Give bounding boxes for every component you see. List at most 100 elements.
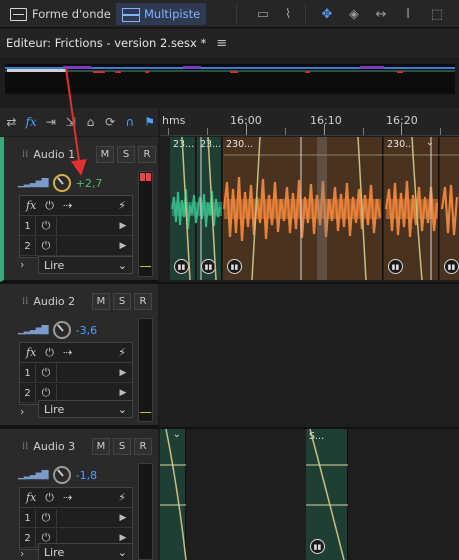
expand-chevron-icon[interactable]: › bbox=[20, 547, 24, 560]
level-meter bbox=[138, 171, 153, 277]
power-icon[interactable]: ⏻ bbox=[36, 219, 56, 233]
waveform-label: Forme d'onde bbox=[32, 7, 111, 21]
toolbar-divider bbox=[236, 4, 237, 24]
timeline-ruler[interactable]: hms 16:00 16:10 16:20 bbox=[160, 108, 459, 136]
waveform-mode-button[interactable]: Forme d'onde bbox=[4, 3, 117, 25]
meter-peak-line bbox=[140, 412, 151, 413]
volume-value[interactable]: +2,7 bbox=[76, 177, 103, 190]
record-arm-button[interactable]: R bbox=[134, 293, 152, 310]
track-header-audio-1[interactable]: ⁞⁞ Audio 1 M S R ▁▂▃▅▇ +2,7 fx ⏻ ⇢ ⚡ 1 ⏻… bbox=[0, 137, 158, 282]
play-arrow-icon[interactable]: ▶ bbox=[114, 513, 132, 523]
read-mode-select[interactable]: Lire ⌄ bbox=[38, 256, 133, 274]
lightning-icon[interactable]: ⚡ bbox=[118, 199, 126, 212]
effect-slot-name[interactable] bbox=[56, 509, 114, 527]
ruler-tick bbox=[363, 128, 364, 135]
play-arrow-icon[interactable]: ▶ bbox=[114, 241, 132, 251]
slip-tool-icon[interactable]: ↔ bbox=[370, 3, 392, 25]
panel-menu-icon[interactable]: ≡ bbox=[216, 36, 227, 51]
effects-rack: fx ⏻ ⇢ ⚡ 1 ⏻ ▶ 2 ⏻ ▶ bbox=[19, 342, 133, 405]
effect-slot[interactable]: 2 ⏻ ▶ bbox=[20, 237, 132, 256]
razor-tool-icon[interactable]: ◈ bbox=[343, 3, 365, 25]
ruler-unit-label: hms bbox=[162, 114, 186, 127]
track-lane-audio-2[interactable] bbox=[160, 284, 459, 427]
effect-slot-name[interactable] bbox=[56, 364, 114, 382]
effect-slot-name[interactable] bbox=[56, 217, 114, 235]
power-icon[interactable]: ⏻ bbox=[45, 199, 54, 213]
power-icon[interactable]: ⏻ bbox=[36, 366, 56, 380]
power-icon[interactable]: ⏻ bbox=[36, 511, 56, 525]
effect-slot[interactable]: 1 ⏻ ▶ bbox=[20, 364, 132, 383]
move-tool-icon[interactable]: ✥ bbox=[316, 3, 338, 25]
swap-icon[interactable]: ⇄ bbox=[3, 112, 20, 132]
effect-slot[interactable]: 1 ⏻ ▶ bbox=[20, 217, 132, 236]
play-arrow-icon[interactable]: ▶ bbox=[114, 221, 132, 231]
play-arrow-icon[interactable]: ▶ bbox=[114, 533, 132, 543]
time-selection-tool-icon[interactable]: I bbox=[397, 3, 419, 25]
automation-icon[interactable]: ⟳ bbox=[102, 112, 119, 132]
record-arm-button[interactable]: R bbox=[134, 438, 152, 455]
lightning-icon[interactable]: ⚡ bbox=[118, 491, 126, 504]
ruler-tick bbox=[440, 128, 441, 135]
multitrack-label: Multipiste bbox=[144, 7, 201, 21]
expand-chevron-icon[interactable]: › bbox=[20, 258, 24, 271]
volume-knob[interactable] bbox=[52, 321, 71, 339]
ruler-label: 16:10 bbox=[310, 114, 342, 127]
volume-control: ▁▂▃▅▇ -1,8 bbox=[18, 466, 97, 484]
timeline-lanes[interactable]: 23... ▮▮ 23... ▮▮ 230... ▮▮ 230... ⌄ ▮▮ … bbox=[0, 137, 459, 560]
track-lane-audio-1[interactable]: 23... ▮▮ 23... ▮▮ 230... ▮▮ 230... ⌄ ▮▮ … bbox=[160, 137, 459, 282]
volume-bars-icon: ▁▂▃▅▇ bbox=[18, 178, 49, 188]
spectral-view-icon[interactable]: ▭ bbox=[252, 3, 274, 25]
volume-value[interactable]: -1,8 bbox=[76, 469, 97, 482]
mute-button[interactable]: M bbox=[96, 146, 114, 163]
effect-slot-name[interactable] bbox=[56, 237, 114, 255]
track-name-label: Audio 1 bbox=[33, 148, 76, 161]
chevron-down-icon: ⌄ bbox=[117, 258, 127, 272]
solo-button[interactable]: S bbox=[117, 146, 135, 163]
mute-button[interactable]: M bbox=[92, 293, 110, 310]
routing-icon[interactable]: ⇢ bbox=[63, 491, 72, 504]
multitrack-mode-button[interactable]: Multipiste bbox=[116, 3, 207, 25]
track-lane-audio-3[interactable]: ⌄ S... ▮▮ bbox=[160, 429, 459, 560]
volume-knob[interactable] bbox=[52, 466, 71, 484]
clip-indicator-left bbox=[140, 173, 145, 181]
volume-knob[interactable] bbox=[52, 174, 71, 192]
routing-icon[interactable]: ⇢ bbox=[63, 199, 72, 212]
power-icon[interactable]: ⏻ bbox=[45, 346, 54, 360]
volume-value[interactable]: -3,6 bbox=[76, 324, 97, 337]
track-grip-icon[interactable]: ⁞⁞ bbox=[22, 441, 28, 452]
record-arm-button[interactable]: R bbox=[138, 146, 156, 163]
solo-button[interactable]: S bbox=[113, 293, 131, 310]
track-header-audio-3[interactable]: ⁞⁞ Audio 3 M S R ▁▂▃▅▇ -1,8 fx ⏻ ⇢ ⚡ 1 ⏻… bbox=[0, 429, 158, 560]
effect-slot[interactable]: 1 ⏻ ▶ bbox=[20, 509, 132, 528]
play-arrow-icon[interactable]: ▶ bbox=[114, 388, 132, 398]
play-arrow-icon[interactable]: ▶ bbox=[114, 368, 132, 378]
solo-button[interactable]: S bbox=[113, 438, 131, 455]
fx-icon[interactable]: fx bbox=[26, 491, 36, 504]
marquee-tool-icon[interactable]: ⬚ bbox=[426, 3, 448, 25]
level-meter bbox=[138, 318, 153, 422]
session-overview[interactable] bbox=[5, 64, 455, 94]
read-mode-select[interactable]: Lire ⌄ bbox=[38, 400, 133, 418]
input-output-icon[interactable]: ⇥ bbox=[43, 112, 60, 132]
sends-icon[interactable]: ⇲ bbox=[62, 112, 79, 132]
fx-icon[interactable]: fx bbox=[26, 346, 36, 359]
ruler-tick bbox=[207, 128, 208, 135]
power-icon[interactable]: ⏻ bbox=[45, 491, 54, 505]
mute-button[interactable]: M bbox=[92, 438, 110, 455]
effects-rack-icon[interactable]: fx bbox=[23, 112, 40, 132]
track-grip-icon[interactable]: ⁞⁞ bbox=[22, 296, 28, 307]
power-icon[interactable]: ⏻ bbox=[36, 386, 56, 400]
snap-magnet-icon[interactable]: ∩ bbox=[122, 112, 139, 132]
expand-chevron-icon[interactable]: › bbox=[20, 405, 24, 418]
track-header-audio-2[interactable]: ⁞⁞ Audio 2 M S R ▁▂▃▅▇ -3,6 fx ⏻ ⇢ ⚡ 1 ⏻… bbox=[0, 284, 158, 427]
read-mode-select[interactable]: Lire ⌄ bbox=[38, 543, 133, 560]
track-grip-icon[interactable]: ⁞⁞ bbox=[22, 149, 28, 160]
marker-icon[interactable]: ⚑ bbox=[141, 112, 158, 132]
lightning-icon[interactable]: ⚡ bbox=[118, 346, 126, 359]
ruler-tick bbox=[401, 124, 402, 135]
power-icon[interactable]: ⏻ bbox=[36, 239, 56, 253]
fx-icon[interactable]: fx bbox=[26, 199, 36, 212]
routing-icon[interactable]: ⇢ bbox=[63, 346, 72, 359]
eq-icon[interactable]: ⌂ bbox=[82, 112, 99, 132]
pitch-view-icon[interactable]: ⌇ bbox=[277, 3, 299, 25]
